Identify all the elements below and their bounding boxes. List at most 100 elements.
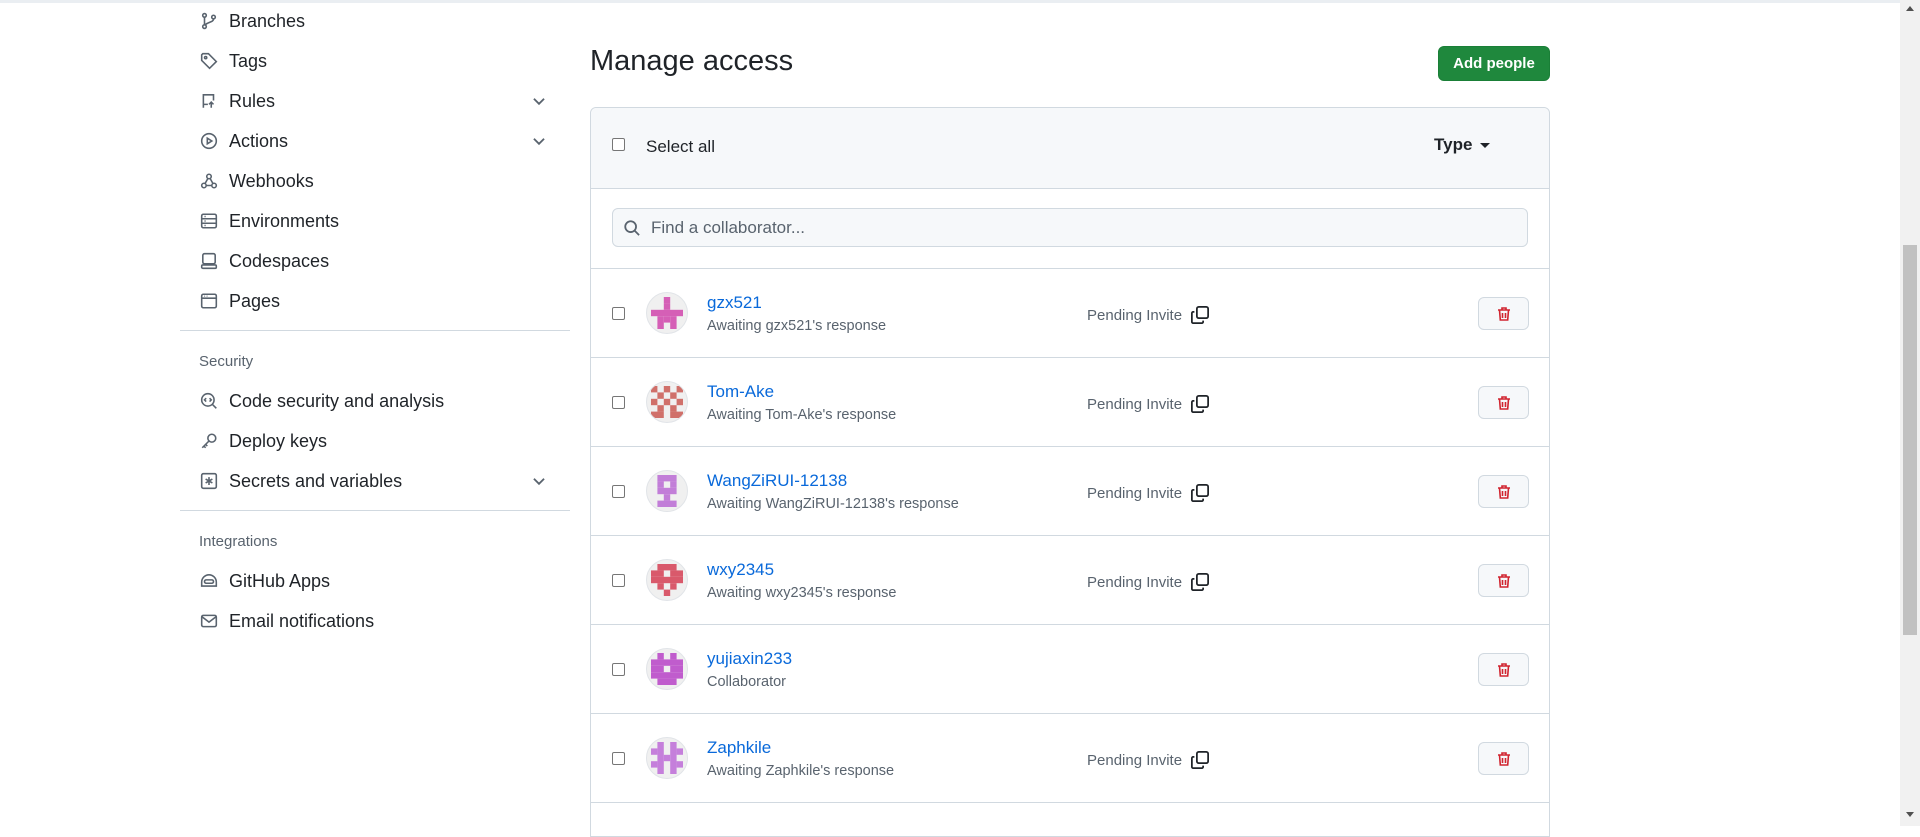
search-input[interactable] [651,209,1511,246]
copy-icon[interactable] [1190,394,1210,414]
sidebar-item-pages[interactable]: Pages [180,282,570,320]
collaborator-status: Awaiting Tom-Ake's response [707,407,897,423]
pending-invite-label: Pending Invite [1087,306,1183,324]
type-filter-dropdown[interactable]: Type [1434,135,1491,155]
chevron-down-icon[interactable] [530,132,548,150]
collaborator-name-link[interactable]: yujiaxin233 [707,649,792,669]
sidebar-item-email-notifications[interactable]: Email notifications [180,602,570,640]
collaborator-row: WangZiRUI-12138 Awaiting WangZiRUI-12138… [591,447,1549,536]
sidebar-item-secrets[interactable]: Secrets and variables [180,462,570,500]
trash-icon [1497,306,1510,321]
collaborator-name-link[interactable]: Zaphkile [707,738,771,758]
trash-icon [1497,395,1510,410]
page-title: Manage access [590,45,794,77]
sidebar-item-label: Tags [229,50,268,71]
play-icon [199,131,219,151]
panel-header: Select all Type [591,108,1549,189]
sidebar-item-actions[interactable]: Actions [180,122,570,160]
pending-invite-label: Pending Invite [1087,484,1183,502]
remove-collaborator-button[interactable] [1478,653,1529,686]
sidebar-item-code-security[interactable]: Code security and analysis [180,382,570,420]
remove-collaborator-button[interactable] [1478,297,1529,330]
sidebar-item-label: Secrets and variables [229,470,403,491]
codespaces-icon [199,251,219,271]
row-checkbox[interactable] [612,574,625,587]
pending-invite: Pending Invite [1087,305,1210,325]
pending-invite: Pending Invite [1087,394,1210,414]
sidebar-item-label: Codespaces [229,250,330,271]
pending-invite: Pending Invite [1087,483,1210,503]
sidebar-item-environments[interactable]: Environments [180,202,570,240]
remove-collaborator-button[interactable] [1478,386,1529,419]
row-checkbox[interactable] [612,485,625,498]
sidebar-item-rules[interactable]: Rules [180,82,570,120]
collaborator-row: yujiaxin233 Collaborator [591,625,1549,714]
collaborators-panel: Select all Type gzx521 Awaiting gzx521's… [590,107,1550,837]
pending-invite-label: Pending Invite [1087,751,1183,769]
sidebar-item-codespaces[interactable]: Codespaces [180,242,570,280]
trash-icon [1497,484,1510,499]
sidebar-divider [180,510,570,511]
copy-icon[interactable] [1190,305,1210,325]
sidebar-heading-security: Security [199,353,254,370]
collaborator-name-link[interactable]: WangZiRUI-12138 [707,471,847,491]
sidebar-item-label: Code security and analysis [229,390,445,411]
codescan-icon [199,391,219,411]
collaborator-name-link[interactable]: gzx521 [707,293,762,313]
type-filter-label: Type [1434,135,1473,154]
sidebar-item-label: Environments [229,210,340,231]
select-all-label[interactable]: Select all [646,137,715,157]
copy-icon[interactable] [1190,483,1210,503]
caret-down-icon [1480,142,1491,148]
sidebar-item-label: Pages [229,290,281,311]
mail-icon [199,611,219,631]
collaborator-status: Awaiting Zaphkile's response [707,763,895,779]
select-all-checkbox[interactable] [612,138,625,151]
tag-icon [199,51,219,71]
remove-collaborator-button[interactable] [1478,742,1529,775]
sidebar-item-label: GitHub Apps [229,570,331,591]
pending-invite-label: Pending Invite [1087,573,1183,591]
hubot-icon [199,571,219,591]
collaborator-status: Awaiting wxy2345's response [707,585,897,601]
collaborator-name-link[interactable]: wxy2345 [707,560,774,580]
sidebar-item-github-apps[interactable]: GitHub Apps [180,562,570,600]
avatar [646,292,688,334]
sidebar-divider [180,330,570,331]
avatar [646,559,688,601]
row-checkbox[interactable] [612,396,625,409]
trash-icon [1497,751,1510,766]
sidebar-item-label: Email notifications [229,610,375,631]
scrollbar-thumb[interactable] [1903,245,1917,635]
search-box[interactable] [612,208,1528,247]
sidebar-item-branches[interactable]: Branches [180,2,570,40]
collaborator-row: Zaphkile Awaiting Zaphkile's response Pe… [591,714,1549,803]
copy-icon[interactable] [1190,750,1210,770]
chevron-down-icon[interactable] [530,92,548,110]
pending-invite: Pending Invite [1087,572,1210,592]
sidebar-item-tags[interactable]: Tags [180,42,570,80]
sidebar-item-label: Webhooks [229,170,314,191]
page-scrollbar[interactable] [1900,0,1920,826]
remove-collaborator-button[interactable] [1478,564,1529,597]
trash-icon [1497,573,1510,588]
trash-icon [1497,662,1510,677]
git-branch-icon [199,11,219,31]
collaborator-row: Tom-Ake Awaiting Tom-Ake's response Pend… [591,358,1549,447]
remove-collaborator-button[interactable] [1478,475,1529,508]
sidebar-item-deploy-keys[interactable]: Deploy keys [180,422,570,460]
row-checkbox[interactable] [612,663,625,676]
sidebar-item-label: Rules [229,90,276,111]
scroll-up-arrow-icon[interactable] [1906,6,1914,11]
repo-push-icon [199,91,219,111]
avatar [646,470,688,512]
scroll-down-arrow-icon[interactable] [1906,812,1914,817]
add-people-button[interactable]: Add people [1438,46,1550,81]
search-row [591,189,1549,269]
collaborator-name-link[interactable]: Tom-Ake [707,382,774,402]
row-checkbox[interactable] [612,307,625,320]
row-checkbox[interactable] [612,752,625,765]
sidebar-item-webhooks[interactable]: Webhooks [180,162,570,200]
copy-icon[interactable] [1190,572,1210,592]
chevron-down-icon[interactable] [530,472,548,490]
